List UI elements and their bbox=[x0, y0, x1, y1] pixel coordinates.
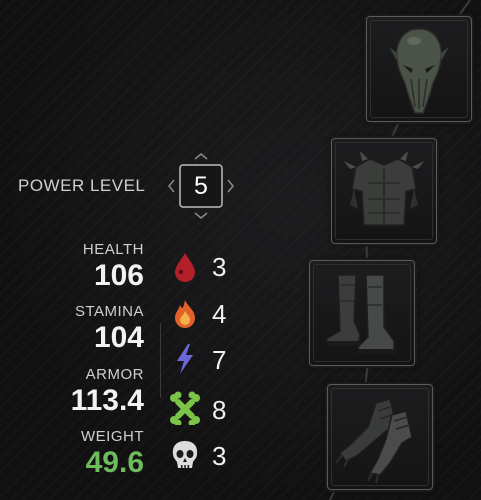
power-level-label: POWER LEVEL bbox=[18, 176, 146, 195]
health-label: HEALTH bbox=[82, 241, 144, 258]
stamina-label: STAMINA bbox=[74, 303, 144, 320]
stamina-value: 104 bbox=[93, 321, 144, 354]
weight-label: WEIGHT bbox=[81, 428, 144, 445]
fire-icon bbox=[175, 300, 195, 328]
power-level-value: 5 bbox=[194, 171, 208, 200]
equipment-slot-chest[interactable] bbox=[331, 138, 437, 244]
skull-icon bbox=[172, 441, 198, 468]
bone-resistance-value: 8 bbox=[212, 395, 227, 425]
weight-value: 49.6 bbox=[85, 446, 144, 479]
blood-drop-icon bbox=[175, 253, 195, 282]
power-level-badge: 5 bbox=[166, 151, 236, 221]
lightning-resistance-value: 7 bbox=[212, 345, 227, 375]
lightning-icon bbox=[177, 344, 193, 374]
chest-armor-icon bbox=[344, 151, 424, 226]
health-value: 106 bbox=[93, 259, 144, 292]
equipment-slot-legs[interactable] bbox=[309, 260, 415, 366]
stats-divider bbox=[160, 323, 161, 398]
skull-resistance-value: 3 bbox=[212, 441, 227, 471]
armor-label: ARMOR bbox=[85, 366, 144, 383]
equipment-slot-hands[interactable] bbox=[327, 384, 433, 490]
bone-icon bbox=[170, 391, 200, 425]
blood-resistance-value: 3 bbox=[212, 252, 227, 282]
fire-resistance-value: 4 bbox=[212, 299, 227, 329]
gauntlets-icon bbox=[335, 398, 413, 484]
equipment-slot-head[interactable] bbox=[366, 16, 472, 122]
armor-value: 113.4 bbox=[70, 384, 144, 417]
helmet-icon bbox=[389, 28, 449, 114]
boots-icon bbox=[324, 274, 396, 354]
